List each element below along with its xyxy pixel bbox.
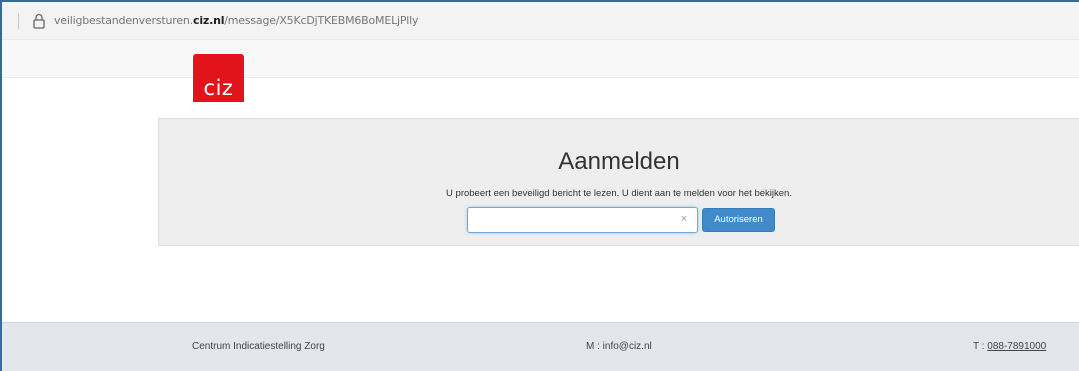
footer-organization: Centrum Indicatiestelling Zorg [192, 341, 325, 352]
footer: Centrum Indicatiestelling Zorg M : info@… [2, 322, 1079, 371]
login-panel: Aanmelden U probeert een beveiligd beric… [158, 118, 1079, 246]
url-prefix: veiligbestandenversturen. [54, 14, 193, 27]
footer-phone-link[interactable]: 088-7891000 [987, 341, 1046, 352]
address-bar[interactable]: veiligbestandenversturen.ciz.nl/message/… [2, 2, 1079, 40]
top-navbar [2, 40, 1079, 78]
login-input[interactable] [474, 208, 674, 232]
authorize-button[interactable]: Autoriseren [702, 208, 775, 232]
page-title: Aanmelden [558, 148, 680, 175]
ciz-logo[interactable]: ciz [193, 54, 244, 102]
lock-icon[interactable] [32, 13, 46, 29]
url-text[interactable]: veiligbestandenversturen.ciz.nl/message/… [54, 14, 419, 27]
footer-phone: T : 088-7891000 [973, 341, 1046, 352]
logo-text: ciz [203, 76, 234, 100]
footer-phone-prefix: T : [973, 341, 988, 352]
address-bar-separator [18, 13, 19, 29]
footer-email: M : info@ciz.nl [586, 341, 652, 352]
url-domain: ciz.nl [193, 14, 225, 27]
clear-icon[interactable]: × [681, 213, 687, 225]
login-input-wrapper: × [467, 207, 698, 233]
url-path: /message/X5KcDjTKEBM6BoMELjPlly [224, 14, 419, 27]
login-description: U probeert een beveiligd bericht te leze… [446, 188, 792, 199]
